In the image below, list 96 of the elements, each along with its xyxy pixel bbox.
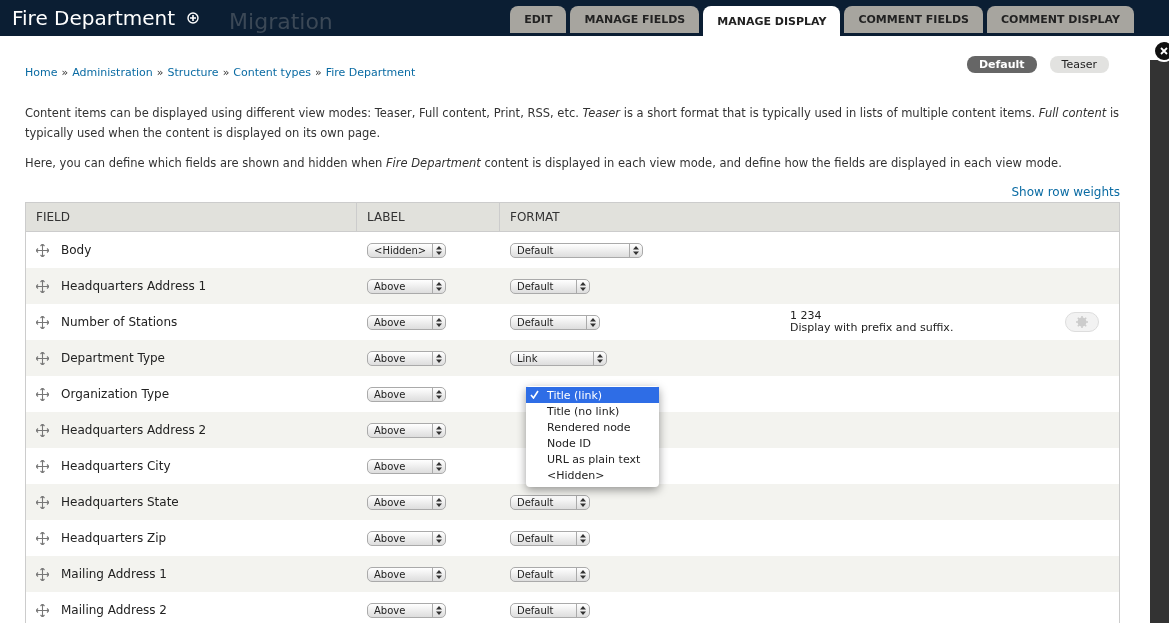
updown-arrow-icon bbox=[580, 605, 586, 615]
updown-arrow-icon bbox=[597, 353, 603, 363]
menu-option[interactable]: URL as plain text bbox=[526, 451, 659, 467]
drag-handle-icon[interactable] bbox=[36, 603, 49, 617]
field-name: Mailing Address 2 bbox=[61, 603, 167, 617]
drag-handle-icon[interactable] bbox=[36, 495, 49, 509]
updown-arrow-icon bbox=[580, 497, 586, 507]
updown-arrow-icon bbox=[590, 317, 596, 327]
column-header: LABEL bbox=[357, 203, 500, 231]
intro-paragraph: Content items can be displayed using different view modes: Teaser, Full content, Print, RSS, etc. Teaser is a short format that is typically used in lists of multiple content items. Full content is typically used when the content is displayed on its own page. bbox=[25, 105, 1120, 142]
field-name: Headquarters Address 1 bbox=[61, 279, 207, 293]
field-name: Department Type bbox=[61, 351, 165, 365]
label-select[interactable]: Above bbox=[367, 458, 446, 474]
format-summary: Display with prefix and suffix. bbox=[790, 322, 955, 334]
field-name: Headquarters State bbox=[61, 495, 179, 509]
drag-handle-icon[interactable] bbox=[36, 315, 49, 329]
drag-handle-icon[interactable] bbox=[36, 567, 49, 581]
field-name: Body bbox=[61, 243, 92, 257]
updown-arrow-icon bbox=[436, 245, 442, 255]
view-mode-tab[interactable]: Default bbox=[966, 56, 1037, 73]
label-select[interactable]: Above bbox=[367, 422, 446, 438]
field-name: Headquarters Address 2 bbox=[61, 423, 207, 437]
show-row-weights-link[interactable]: Show row weights bbox=[1011, 185, 1120, 199]
updown-arrow-icon bbox=[436, 497, 442, 507]
format-select[interactable]: Default bbox=[510, 602, 590, 618]
view-mode-tab[interactable]: Teaser bbox=[1049, 56, 1109, 73]
updown-arrow-icon bbox=[436, 353, 442, 363]
updown-arrow-icon bbox=[436, 389, 442, 399]
format-summary: 1 234 bbox=[790, 310, 823, 322]
updown-arrow-icon bbox=[436, 569, 442, 579]
menu-option[interactable]: Node ID bbox=[526, 435, 659, 451]
updown-arrow-icon bbox=[580, 533, 586, 543]
add-shortcut-icon[interactable] bbox=[187, 12, 200, 24]
field-name: Headquarters Zip bbox=[61, 531, 167, 545]
drag-handle-icon[interactable] bbox=[36, 423, 49, 437]
breadcrumb-link[interactable]: Administration bbox=[72, 66, 153, 79]
menu-option[interactable]: Title (no link) bbox=[526, 403, 659, 419]
field-name: Headquarters City bbox=[61, 459, 171, 473]
intro-paragraph: Here, you can define which fields are shown and hidden when Fire Department content is displayed in each view mode, and define how the fields are displayed in each view mode. bbox=[25, 155, 1063, 172]
updown-arrow-icon bbox=[580, 281, 586, 291]
tab[interactable]: EDIT bbox=[510, 6, 567, 33]
breadcrumb-separator: » bbox=[222, 66, 230, 79]
menu-option[interactable]: <Hidden> bbox=[526, 467, 659, 483]
breadcrumb-link[interactable]: Content types bbox=[233, 66, 311, 79]
updown-arrow-icon bbox=[436, 605, 442, 615]
format-select[interactable]: Default bbox=[510, 278, 590, 294]
tab[interactable]: COMMENT FIELDS bbox=[844, 6, 983, 33]
tab[interactable]: MANAGE FIELDS bbox=[570, 6, 700, 33]
breadcrumb-separator: » bbox=[61, 66, 69, 79]
updown-arrow-icon bbox=[580, 569, 586, 579]
menu-option[interactable]: Rendered node bbox=[526, 419, 659, 435]
label-select[interactable]: Above bbox=[367, 278, 446, 294]
drag-handle-icon[interactable] bbox=[36, 459, 49, 473]
breadcrumb-separator: » bbox=[156, 66, 164, 79]
drag-handle-icon[interactable] bbox=[36, 351, 49, 365]
label-select[interactable]: Above bbox=[367, 314, 446, 330]
menu-option[interactable]: Title (link) bbox=[526, 387, 659, 403]
settings-icon bbox=[1076, 316, 1088, 328]
label-select[interactable]: Above bbox=[367, 386, 446, 402]
updown-arrow-icon bbox=[633, 245, 639, 255]
drag-handle-icon[interactable] bbox=[36, 279, 49, 293]
label-select[interactable]: Above bbox=[367, 566, 446, 582]
label-select[interactable]: Above bbox=[367, 602, 446, 618]
drag-handle-icon[interactable] bbox=[36, 387, 49, 401]
column-header: FORMAT bbox=[509, 209, 561, 226]
field-name: Number of Stations bbox=[61, 315, 178, 329]
breadcrumb-link[interactable]: Structure bbox=[167, 66, 219, 79]
breadcrumb-link[interactable]: Fire Department bbox=[325, 66, 416, 79]
breadcrumb-separator: » bbox=[314, 66, 322, 79]
updown-arrow-icon bbox=[436, 533, 442, 543]
updown-arrow-icon bbox=[436, 281, 442, 291]
close-icon bbox=[1160, 47, 1168, 55]
page-title: Fire Department bbox=[12, 6, 176, 30]
updown-arrow-icon bbox=[436, 425, 442, 435]
label-select[interactable]: Above bbox=[367, 530, 446, 546]
tab[interactable]: MANAGE DISPLAY bbox=[703, 6, 841, 36]
format-select[interactable]: Default bbox=[510, 242, 643, 258]
format-select[interactable]: Default bbox=[510, 314, 600, 330]
close-button[interactable] bbox=[1153, 40, 1169, 62]
updown-arrow-icon bbox=[436, 461, 442, 471]
label-select[interactable]: Above bbox=[367, 350, 446, 366]
field-name: Mailing Address 1 bbox=[61, 567, 167, 581]
drag-handle-icon[interactable] bbox=[36, 531, 49, 545]
field-name: Organization Type bbox=[61, 387, 170, 401]
tab[interactable]: COMMENT DISPLAY bbox=[987, 6, 1134, 33]
checkmark-icon bbox=[530, 389, 539, 399]
format-select[interactable]: Default bbox=[510, 530, 590, 546]
format-select[interactable]: Link bbox=[510, 350, 607, 366]
column-header: FIELD bbox=[26, 203, 357, 231]
format-select[interactable]: Default bbox=[510, 566, 590, 582]
label-select[interactable]: <Hidden> bbox=[367, 242, 446, 258]
breadcrumb-link[interactable]: Home bbox=[25, 66, 58, 79]
updown-arrow-icon bbox=[436, 317, 442, 327]
drag-handle-icon[interactable] bbox=[36, 243, 49, 257]
format-select[interactable]: Default bbox=[510, 494, 590, 510]
label-select[interactable]: Above bbox=[367, 494, 446, 510]
